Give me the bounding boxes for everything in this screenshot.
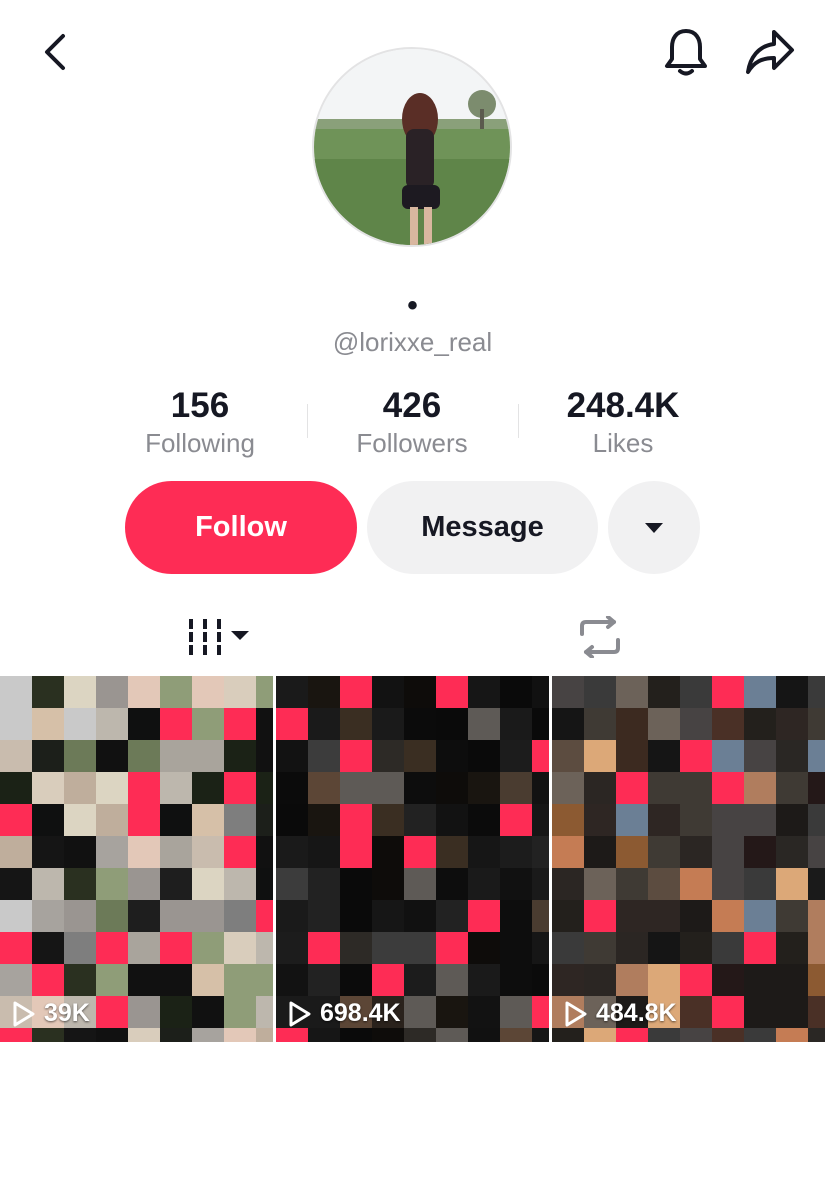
thumbnail-mosaic — [0, 676, 273, 1042]
view-count-text: 698.4K — [320, 999, 401, 1027]
video-thumbnail[interactable] — [276, 1056, 549, 1200]
video-view-count: 39K — [12, 999, 90, 1028]
tab-reposts[interactable] — [560, 598, 640, 676]
video-thumbnail[interactable]: 698.4K — [276, 676, 549, 1042]
profile-nickname: • — [407, 289, 418, 322]
message-button[interactable]: Message — [367, 481, 598, 574]
video-thumbnail[interactable] — [552, 1056, 825, 1200]
thumbnail-mosaic — [552, 676, 825, 1042]
share-button[interactable] — [740, 24, 800, 80]
profile-tabs — [0, 598, 825, 676]
thumbnail-mosaic — [276, 676, 549, 1042]
video-thumbnail[interactable]: 484.8K — [552, 676, 825, 1042]
bell-icon — [665, 29, 707, 76]
view-count-text: 39K — [44, 999, 90, 1027]
play-icon — [289, 1001, 311, 1026]
following-label: Following — [145, 428, 255, 458]
profile-username: @lorixxe_real — [332, 327, 493, 357]
followers-label: Followers — [356, 428, 468, 458]
video-thumbnail[interactable] — [0, 1056, 273, 1200]
tab-videos[interactable] — [160, 598, 280, 676]
video-view-count: 484.8K — [564, 999, 677, 1028]
video-view-count: 698.4K — [288, 999, 401, 1028]
play-icon — [565, 1001, 587, 1026]
stat-likes[interactable]: 248.4K Likes — [518, 384, 728, 458]
avatar-photo — [314, 49, 510, 245]
more-options-button[interactable] — [608, 481, 700, 574]
video-thumbnail[interactable]: 39K — [0, 676, 273, 1042]
follow-button[interactable]: Follow — [125, 481, 357, 574]
followers-count: 426 — [382, 386, 442, 425]
notification-bell-button[interactable] — [658, 24, 714, 80]
share-arrow-icon — [746, 30, 794, 74]
stat-following[interactable]: 156 Following — [95, 384, 305, 458]
following-count: 156 — [170, 386, 230, 425]
likes-label: Likes — [592, 428, 654, 458]
chevron-left-icon — [45, 34, 65, 70]
view-count-text: 484.8K — [596, 999, 677, 1027]
back-button[interactable] — [30, 28, 78, 76]
avatar[interactable] — [312, 47, 512, 247]
caret-down-icon — [645, 522, 663, 533]
repost-icon — [580, 616, 620, 658]
stat-followers[interactable]: 426 Followers — [307, 384, 517, 458]
play-icon — [13, 1001, 35, 1026]
grid-lines-icon — [189, 619, 249, 655]
profile-stats: 156 Following 426 Followers 248.4K Likes — [0, 384, 825, 464]
video-grid: 39K 698.4K 484.8K — [0, 676, 825, 1200]
likes-count: 248.4K — [566, 386, 680, 425]
